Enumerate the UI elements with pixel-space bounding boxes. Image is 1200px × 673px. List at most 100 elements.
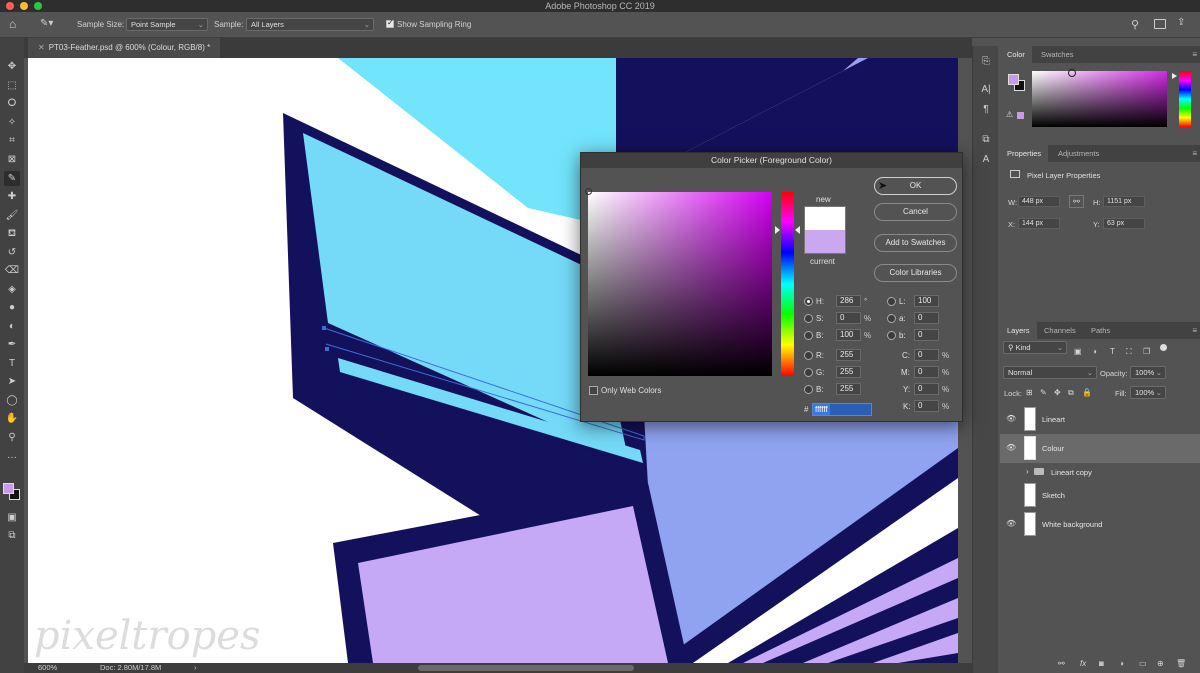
tab-color[interactable]: Color bbox=[1000, 46, 1032, 63]
close-window-button[interactable] bbox=[6, 2, 14, 10]
blur-tool-icon[interactable]: ● bbox=[4, 300, 20, 315]
workspace-icon[interactable] bbox=[1154, 19, 1166, 29]
layer-row-lineart[interactable]: 👁 Lineart bbox=[1000, 405, 1200, 434]
fill-field[interactable]: 100% ⌄ bbox=[1130, 386, 1166, 399]
history-panel-icon[interactable]: ⎘ bbox=[980, 56, 992, 68]
tab-paths[interactable]: Paths bbox=[1084, 322, 1117, 339]
new-layer-icon[interactable]: ⊕ bbox=[1157, 659, 1164, 668]
foreground-color-swatch[interactable] bbox=[3, 483, 14, 494]
add-mask-icon[interactable]: ◙ bbox=[1099, 659, 1104, 668]
hue-bar[interactable] bbox=[781, 192, 794, 376]
minimize-window-button[interactable] bbox=[20, 2, 28, 10]
lab-b-field[interactable]: 0 bbox=[914, 329, 939, 341]
lab-a-field[interactable]: 0 bbox=[914, 312, 939, 324]
tab-adjustments[interactable]: Adjustments bbox=[1051, 145, 1106, 162]
status-chevron-icon[interactable]: › bbox=[194, 663, 197, 673]
link-dimensions-icon[interactable]: ⚯ bbox=[1069, 195, 1084, 208]
filter-smart-object-icon[interactable]: ❐ bbox=[1143, 347, 1150, 356]
path-selection-tool-icon[interactable]: ➤ bbox=[4, 374, 20, 389]
character-panel-icon[interactable]: A| bbox=[980, 84, 992, 96]
opacity-field[interactable]: 100% ⌄ bbox=[1130, 366, 1166, 379]
eyedropper-preset-icon[interactable]: ✎▾ bbox=[40, 17, 60, 31]
move-tool-icon[interactable]: ✥ bbox=[4, 59, 20, 74]
tab-layers[interactable]: Layers bbox=[1000, 322, 1037, 339]
visibility-eye-icon[interactable]: 👁 bbox=[1006, 444, 1016, 452]
lab-a-radio[interactable] bbox=[887, 314, 896, 323]
visibility-eye-icon[interactable]: 👁 bbox=[1006, 520, 1016, 528]
clone-stamp-tool-icon[interactable]: ⛾ bbox=[4, 226, 20, 241]
more-tools-icon[interactable]: ··· bbox=[4, 450, 20, 465]
x-field[interactable]: 144 px bbox=[1018, 218, 1060, 229]
filter-toggle-icon[interactable] bbox=[1160, 344, 1167, 351]
paint-bucket-tool-icon[interactable]: ◈ bbox=[4, 282, 20, 297]
layer-row-sketch[interactable]: Sketch bbox=[1000, 481, 1200, 510]
only-web-colors-checkbox[interactable] bbox=[589, 386, 598, 395]
hue-bar-right-pointer[interactable] bbox=[795, 226, 800, 234]
visibility-eye-icon[interactable]: 👁 bbox=[1006, 415, 1016, 423]
filter-type-icon[interactable]: T bbox=[1110, 347, 1115, 356]
saturation-field[interactable]: 0 bbox=[836, 312, 861, 324]
filter-adjustment-icon[interactable]: ◑ bbox=[1092, 347, 1097, 356]
link-layers-icon[interactable]: ⚯ bbox=[1058, 659, 1065, 668]
web-safe-swatch[interactable] bbox=[1017, 112, 1024, 119]
current-color-swatch[interactable] bbox=[804, 230, 846, 254]
eyedropper-tool-icon[interactable]: ✎ bbox=[4, 171, 20, 186]
crop-tool-icon[interactable]: ⌗ bbox=[4, 133, 20, 148]
lock-all-icon[interactable]: 🔒 bbox=[1082, 388, 1092, 397]
dodge-tool-icon[interactable]: ◐ bbox=[4, 319, 20, 334]
lock-transparent-icon[interactable]: ⊞ bbox=[1026, 388, 1033, 397]
magic-wand-tool-icon[interactable]: ✧ bbox=[4, 115, 20, 130]
green-field[interactable]: 255 bbox=[836, 366, 861, 378]
magenta-field[interactable]: 0 bbox=[914, 366, 939, 378]
ellipse-tool-icon[interactable]: ◯ bbox=[4, 393, 20, 408]
document-tab[interactable]: ✕ PT03-Feather.psd @ 600% (Colour, RGB/8)… bbox=[28, 38, 221, 58]
blend-mode-select[interactable]: Normal ⌄ bbox=[1003, 366, 1097, 379]
brightness-field[interactable]: 100 bbox=[836, 329, 861, 341]
frame-tool-icon[interactable]: ⊠ bbox=[4, 152, 20, 167]
brush-tool-icon[interactable]: 🖌 bbox=[4, 208, 20, 223]
blue-radio[interactable] bbox=[804, 385, 813, 394]
lasso-tool-icon[interactable]: ⵔ bbox=[4, 96, 20, 111]
delete-layer-icon[interactable]: 🗑 bbox=[1176, 659, 1186, 668]
marquee-tool-icon[interactable]: ⬚ bbox=[4, 78, 20, 93]
add-to-swatches-button[interactable]: Add to Swatches bbox=[874, 234, 957, 252]
red-field[interactable]: 255 bbox=[836, 349, 861, 361]
sample-size-select[interactable]: Point Sample ⌄ bbox=[126, 18, 208, 31]
share-icon[interactable]: ⇪ bbox=[1177, 17, 1185, 28]
history-brush-tool-icon[interactable]: ↺ bbox=[4, 245, 20, 260]
zoom-level[interactable]: 600% bbox=[38, 663, 57, 673]
yellow-field[interactable]: 0 bbox=[914, 383, 939, 395]
tab-close-icon[interactable]: ✕ bbox=[38, 43, 45, 52]
show-sampling-ring-checkbox[interactable]: ✓ bbox=[386, 18, 394, 28]
panel-foreground-swatch[interactable] bbox=[1008, 74, 1019, 85]
search-icon[interactable]: ⚲ bbox=[1131, 18, 1139, 31]
green-radio[interactable] bbox=[804, 368, 813, 377]
brightness-radio[interactable] bbox=[804, 331, 813, 340]
panel-menu-icon[interactable]: ≡ bbox=[1192, 149, 1197, 158]
tab-swatches[interactable]: Swatches bbox=[1034, 46, 1081, 63]
horizontal-scrollbar[interactable] bbox=[418, 665, 634, 671]
lab-l-field[interactable]: 100 bbox=[914, 295, 939, 307]
black-field[interactable]: 0 bbox=[914, 400, 939, 412]
cancel-button[interactable]: Cancel bbox=[874, 203, 957, 221]
height-field[interactable]: 1151 px bbox=[1103, 196, 1145, 207]
eraser-tool-icon[interactable]: ⌫ bbox=[4, 263, 20, 278]
lab-b-radio[interactable] bbox=[887, 331, 896, 340]
filter-shape-icon[interactable]: ⛶ bbox=[1126, 347, 1132, 357]
lock-artboard-icon[interactable]: ⧉ bbox=[1068, 388, 1074, 398]
pen-tool-icon[interactable]: ✒ bbox=[4, 337, 20, 352]
new-group-icon[interactable]: ▭ bbox=[1139, 659, 1147, 668]
blue-field[interactable]: 255 bbox=[836, 383, 861, 395]
hue-bar-left-pointer[interactable] bbox=[775, 226, 780, 234]
hue-radio[interactable] bbox=[804, 297, 813, 306]
glyphs-panel-icon[interactable]: ⧉ bbox=[980, 134, 992, 146]
healing-brush-tool-icon[interactable]: ✚ bbox=[4, 189, 20, 204]
filter-pixel-icon[interactable]: ▣ bbox=[1074, 347, 1082, 356]
hue-slider[interactable] bbox=[1179, 71, 1191, 127]
color-spectrum-field[interactable] bbox=[1032, 71, 1167, 127]
sample-select[interactable]: All Layers ⌄ bbox=[246, 18, 374, 31]
group-expand-chevron-icon[interactable]: › bbox=[1026, 467, 1029, 476]
layer-filter-select[interactable]: ⚲ Kind ⌄ bbox=[1003, 341, 1067, 354]
layer-row-lineart-copy[interactable]: › Lineart copy bbox=[1000, 463, 1200, 481]
layer-row-white-background[interactable]: 👁 White background bbox=[1000, 510, 1200, 539]
